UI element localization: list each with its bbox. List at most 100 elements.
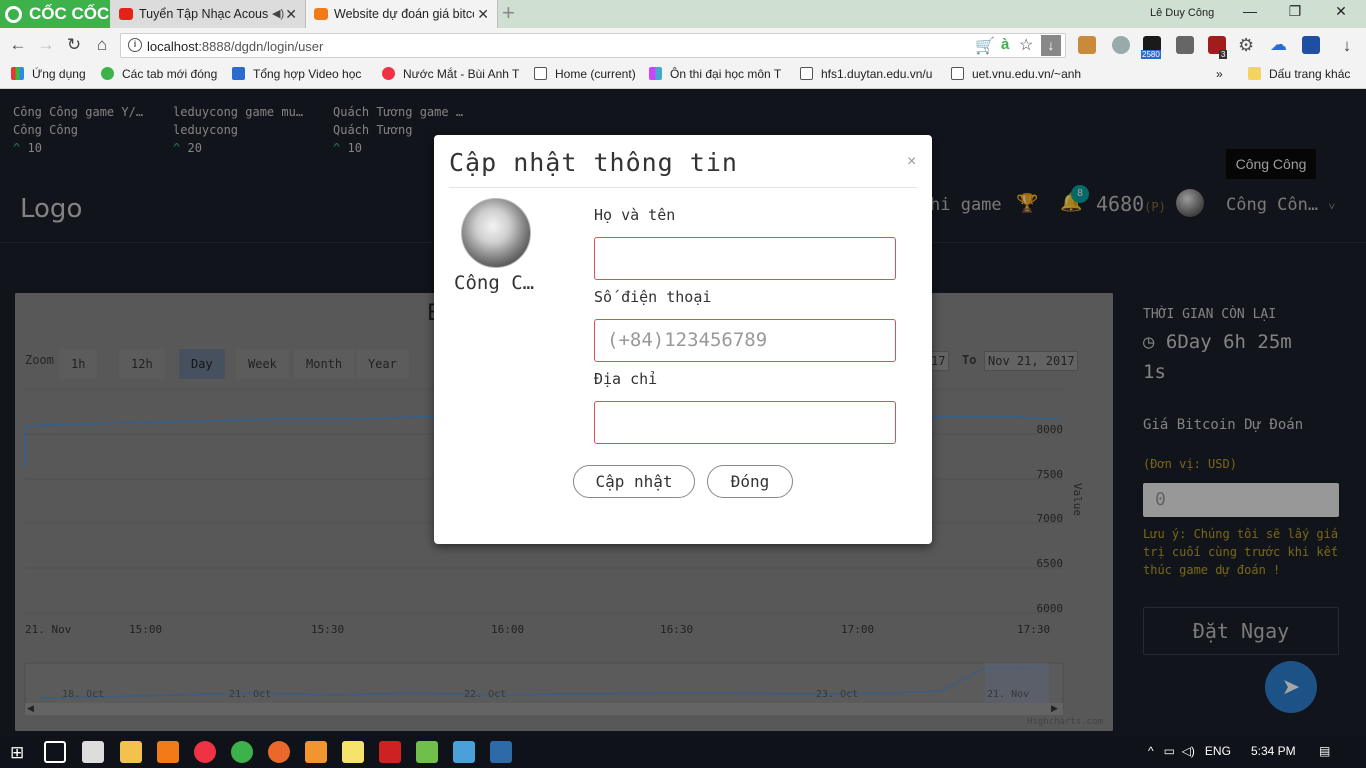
- bookmark-label: Nước Mắt - Bùi Anh T: [403, 67, 520, 81]
- clock-time[interactable]: 5:34 PM: [1251, 744, 1296, 758]
- notepad-icon[interactable]: [416, 741, 438, 763]
- chevron-up-icon[interactable]: ^: [1148, 744, 1154, 758]
- other-bookmarks[interactable]: Dấu trang khác: [1248, 66, 1350, 82]
- avatar[interactable]: [461, 198, 531, 268]
- vietnamese-input-icon[interactable]: à: [1001, 36, 1009, 53]
- extension-icon[interactable]: [1112, 36, 1130, 54]
- modal-user-name: Công C…: [454, 272, 535, 294]
- home-icon[interactable]: ⌂: [91, 34, 113, 56]
- close-tab-icon[interactable]: ✕: [285, 0, 297, 28]
- app-icon[interactable]: [453, 741, 475, 763]
- chrome-icon: [382, 67, 395, 80]
- extension-badge: 2580: [1141, 50, 1161, 59]
- volume-icon[interactable]: ◁): [1182, 744, 1195, 758]
- page-icon: [534, 67, 547, 80]
- bookmark-recent-tabs[interactable]: Các tab mới đóng: [101, 66, 217, 82]
- page-icon: [951, 67, 964, 80]
- reload-icon[interactable]: ↻: [63, 34, 85, 56]
- address-label: Địa chỉ: [594, 370, 658, 388]
- phone-field[interactable]: (+84)123456789: [594, 319, 896, 362]
- bookmark-home[interactable]: Home (current): [534, 66, 636, 82]
- back-icon[interactable]: ←: [7, 34, 29, 56]
- name-field[interactable]: [594, 237, 896, 280]
- coccoc-logo-icon: [5, 6, 22, 23]
- tab-active[interactable]: Website dự đoán giá bitco ✕: [306, 0, 498, 28]
- bookmark-label: Các tab mới đóng: [122, 67, 218, 81]
- close-icon[interactable]: ×: [907, 153, 916, 171]
- apps-grid-icon: [11, 67, 24, 80]
- action-center-icon[interactable]: ▤: [1319, 744, 1330, 758]
- download-icon[interactable]: ↓: [1336, 35, 1358, 57]
- bookmark-uet[interactable]: uet.vnu.edu.vn/~anh: [951, 66, 1081, 82]
- bookmark-label: Tổng hợp Video học: [253, 67, 362, 81]
- youtube-icon: [119, 8, 133, 20]
- bookmark-label: hfs1.duytan.edu.vn/u: [821, 67, 933, 81]
- update-info-modal: Cập nhật thông tin × Công C… Họ và tên S…: [434, 135, 932, 544]
- new-tab-button[interactable]: +: [502, 2, 515, 24]
- sublime-icon[interactable]: [305, 741, 327, 763]
- language-indicator[interactable]: ENG: [1205, 744, 1231, 758]
- file-explorer-icon[interactable]: [120, 741, 142, 763]
- site-icon: [232, 67, 245, 80]
- app-icon[interactable]: [379, 741, 401, 763]
- address-field[interactable]: [594, 401, 896, 444]
- tab-youtube[interactable]: Tuyển Tập Nhạc Acous ◀) ✕: [111, 0, 306, 28]
- mail-icon[interactable]: [82, 741, 104, 763]
- brand-label: CỐC CỐC: [29, 4, 110, 23]
- modal-divider: [449, 187, 917, 188]
- tab-title: Tuyển Tập Nhạc Acous: [139, 7, 269, 21]
- url-path: :8888/dgdn/login/user: [198, 39, 324, 54]
- bookmark-label: Home (current): [555, 67, 636, 81]
- address-bar[interactable]: i localhost:8888/dgdn/login/user 🛒 à ☆ ↓: [120, 33, 1066, 58]
- sticky-notes-icon[interactable]: [342, 741, 364, 763]
- folder-icon: [1248, 67, 1261, 80]
- close-window-icon[interactable]: ✕: [1326, 3, 1356, 20]
- star-icon[interactable]: ☆: [1019, 35, 1033, 55]
- network-icon[interactable]: ▭: [1164, 744, 1175, 758]
- coccoc-icon[interactable]: [231, 741, 253, 763]
- close-tab-icon[interactable]: ✕: [477, 0, 489, 28]
- browser-brand[interactable]: CỐC CỐC: [0, 0, 110, 28]
- bookmark-label: uet.vnu.edu.vn/~anh: [972, 67, 1082, 81]
- url-text[interactable]: localhost:8888/dgdn/login/user: [147, 39, 323, 54]
- name-label: Họ và tên: [594, 206, 676, 224]
- xampp-icon[interactable]: [157, 741, 179, 763]
- extension-icon[interactable]: [1078, 36, 1096, 54]
- audio-icon[interactable]: ◀): [272, 0, 284, 28]
- close-button[interactable]: Đóng: [707, 465, 793, 498]
- bookmark-label: Ứng dụng: [32, 67, 86, 81]
- bookmarks-overflow-icon[interactable]: »: [1216, 66, 1223, 82]
- phone-label: Số điện thoại: [594, 288, 712, 306]
- extension-badge: 3: [1219, 50, 1228, 59]
- bookmark-apps[interactable]: Ứng dụng: [11, 66, 86, 82]
- window-user[interactable]: Lê Duy Công: [1150, 7, 1214, 19]
- url-host: localhost: [147, 39, 199, 54]
- extension-icon[interactable]: [1302, 36, 1320, 54]
- extension-icon[interactable]: [1176, 36, 1194, 54]
- windows-start-icon[interactable]: ⊞: [10, 743, 24, 763]
- bookmark-video[interactable]: Tổng hợp Video học: [232, 66, 361, 82]
- modal-title: Cập nhật thông tin: [449, 148, 738, 177]
- system-tray: ^ ▭ ◁) ENG 5:34 PM ▤: [1148, 744, 1330, 758]
- download-page-icon[interactable]: ↓: [1041, 35, 1061, 56]
- firefox-icon[interactable]: [268, 741, 290, 763]
- tab-title: Website dự đoán giá bitco: [334, 7, 474, 21]
- chrome-icon[interactable]: [194, 741, 216, 763]
- bookmark-duytan[interactable]: hfs1.duytan.edu.vn/u: [800, 66, 932, 82]
- page-icon: [800, 67, 813, 80]
- site-icon: [649, 67, 662, 80]
- bookmark-music[interactable]: Nước Mắt - Bùi Anh T: [382, 66, 519, 82]
- bookmark-label: Ôn thi đại học môn T: [670, 67, 782, 81]
- task-view-icon[interactable]: [44, 741, 66, 763]
- info-icon[interactable]: i: [128, 38, 142, 52]
- minimize-icon[interactable]: —: [1235, 3, 1265, 19]
- gear-icon[interactable]: ⚙: [1238, 35, 1254, 56]
- forward-icon[interactable]: →: [35, 34, 57, 56]
- bookmark-exam[interactable]: Ôn thi đại học môn T: [649, 66, 781, 82]
- update-button[interactable]: Cập nhật: [573, 465, 695, 498]
- cart-icon[interactable]: 🛒: [975, 36, 995, 56]
- app-icon[interactable]: [490, 741, 512, 763]
- restore-icon[interactable]: ❐: [1280, 3, 1310, 20]
- cloud-icon[interactable]: ☁: [1270, 35, 1287, 55]
- xampp-icon: [314, 8, 328, 20]
